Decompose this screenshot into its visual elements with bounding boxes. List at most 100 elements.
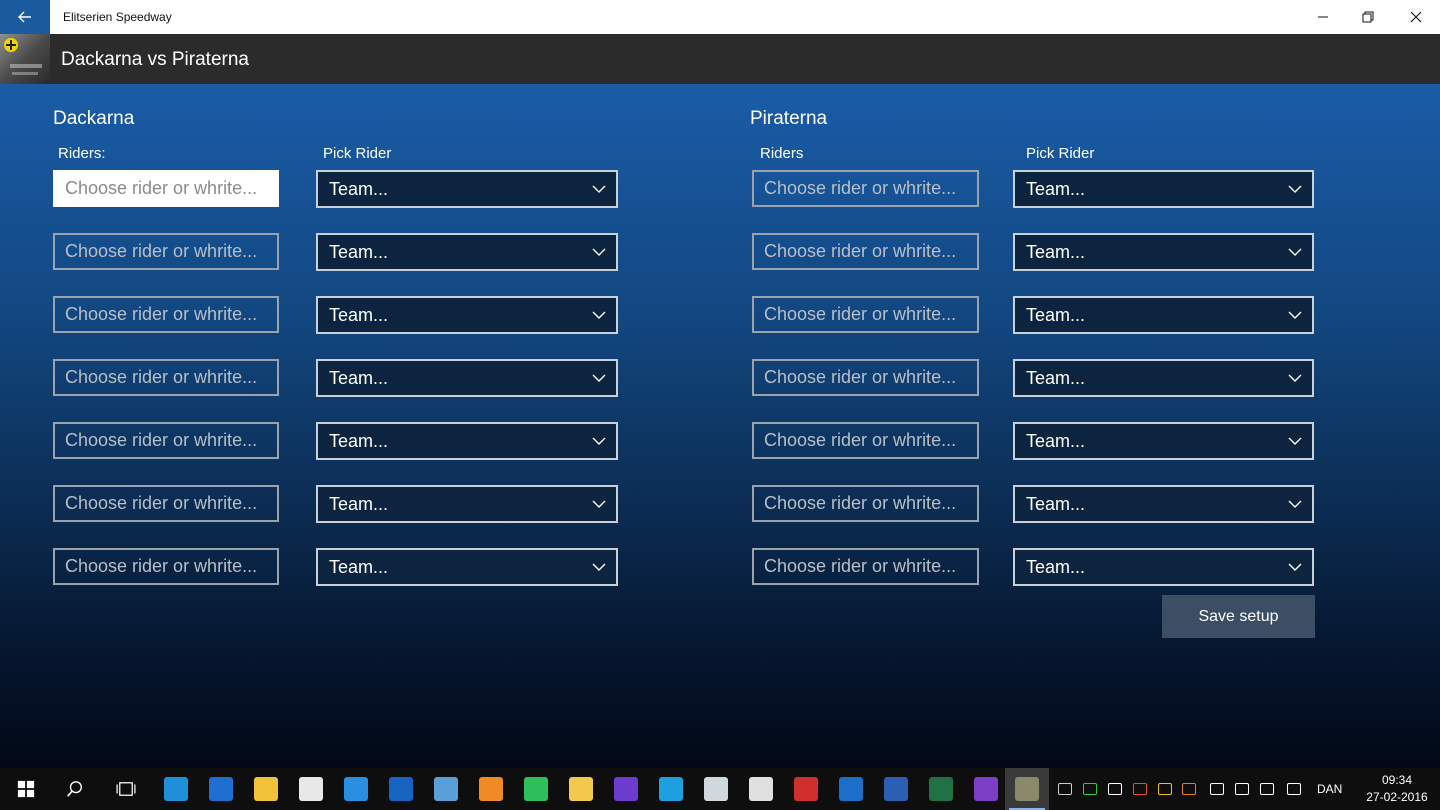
taskbar-app[interactable] bbox=[919, 768, 963, 810]
away-rider-input-5[interactable] bbox=[752, 422, 979, 459]
taskbar-app[interactable] bbox=[694, 768, 738, 810]
windows-logo-icon bbox=[17, 780, 35, 798]
excel-icon bbox=[929, 777, 953, 801]
away-rider-input-7[interactable] bbox=[752, 548, 979, 585]
home-team-select-7[interactable]: Team... bbox=[316, 548, 618, 586]
home-rider-input-6[interactable] bbox=[53, 485, 279, 522]
word-icon bbox=[884, 777, 908, 801]
home-rider-input-1[interactable] bbox=[53, 170, 279, 207]
chevron-down-icon bbox=[1288, 311, 1302, 319]
home-team-select-5[interactable]: Team... bbox=[316, 422, 618, 460]
away-team-select-4[interactable]: Team... bbox=[1013, 359, 1314, 397]
home-rider-input-4[interactable] bbox=[53, 359, 279, 396]
search-button[interactable] bbox=[53, 768, 97, 810]
home-team-select-2[interactable]: Team... bbox=[316, 233, 618, 271]
keyboard-icon[interactable] bbox=[1285, 780, 1303, 798]
update-icon[interactable] bbox=[1131, 780, 1149, 798]
start-button[interactable] bbox=[4, 768, 48, 810]
language-indicator[interactable]: DAN bbox=[1317, 768, 1342, 810]
taskbar-app[interactable] bbox=[964, 768, 1008, 810]
app-green-icon bbox=[524, 777, 548, 801]
away-team-select-1[interactable]: Team... bbox=[1013, 170, 1314, 208]
home-team-select-4[interactable]: Team... bbox=[316, 359, 618, 397]
away-rider-input-3[interactable] bbox=[752, 296, 979, 333]
taskbar-app[interactable] bbox=[649, 768, 693, 810]
app-purple-icon bbox=[614, 777, 638, 801]
taskbar-app[interactable] bbox=[154, 768, 198, 810]
away-rider-input-6[interactable] bbox=[752, 485, 979, 522]
remote-desktop-icon bbox=[344, 777, 368, 801]
page-header: Dackarna vs Piraterna bbox=[0, 34, 1440, 84]
away-rider-input-1[interactable] bbox=[752, 170, 979, 207]
taskbar-app[interactable] bbox=[739, 768, 783, 810]
away-team-select-2[interactable]: Team... bbox=[1013, 233, 1314, 271]
outlook-icon bbox=[839, 777, 863, 801]
chevron-down-icon bbox=[1288, 374, 1302, 382]
away-team-select-6[interactable]: Team... bbox=[1013, 485, 1314, 523]
home-rider-input-7[interactable] bbox=[53, 548, 279, 585]
away-team-select-5[interactable]: Team... bbox=[1013, 422, 1314, 460]
clock-time: 09:34 bbox=[1381, 773, 1413, 787]
taskbar-app[interactable] bbox=[559, 768, 603, 810]
away-riders-label: Riders bbox=[760, 145, 804, 162]
file-explorer-icon bbox=[254, 777, 278, 801]
onedrive-icon[interactable] bbox=[1106, 780, 1124, 798]
volume-icon[interactable] bbox=[1233, 780, 1251, 798]
taskbar-app[interactable] bbox=[289, 768, 333, 810]
ccleaner-icon[interactable] bbox=[1081, 780, 1099, 798]
minimize-button[interactable] bbox=[1300, 0, 1346, 34]
app-v-icon bbox=[659, 777, 683, 801]
speedway-app-icon bbox=[1015, 777, 1039, 801]
taskbar-app[interactable] bbox=[334, 768, 378, 810]
home-rider-input-3[interactable] bbox=[53, 296, 279, 333]
home-rider-input-5[interactable] bbox=[53, 422, 279, 459]
app-tray-icon[interactable] bbox=[1180, 780, 1198, 798]
away-team-select-7[interactable]: Team... bbox=[1013, 548, 1314, 586]
chevron-down-icon bbox=[1288, 437, 1302, 445]
paint-icon bbox=[569, 777, 593, 801]
taskbar-app[interactable] bbox=[199, 768, 243, 810]
chevron-down-icon bbox=[1288, 185, 1302, 193]
taskbar-app[interactable] bbox=[604, 768, 648, 810]
taskbar-app[interactable] bbox=[874, 768, 918, 810]
notification-icon[interactable] bbox=[1258, 780, 1276, 798]
team-select-value: Team... bbox=[1026, 367, 1086, 388]
away-rider-input-2[interactable] bbox=[752, 233, 979, 270]
taskbar-app[interactable] bbox=[784, 768, 828, 810]
network-drive-icon[interactable] bbox=[1056, 780, 1074, 798]
taskbar-app[interactable] bbox=[1005, 768, 1049, 810]
chevron-down-icon bbox=[592, 311, 606, 319]
main-content: Dackarna Riders: Pick Rider Piraterna Ri… bbox=[0, 84, 1440, 768]
taskbar-app[interactable] bbox=[379, 768, 423, 810]
team-select-value: Team... bbox=[1026, 493, 1086, 514]
title-bar: Elitserien Speedway bbox=[0, 0, 1440, 34]
restore-button[interactable] bbox=[1345, 0, 1391, 34]
taskbar-app[interactable] bbox=[424, 768, 468, 810]
ie-icon bbox=[164, 777, 188, 801]
save-setup-button[interactable]: Save setup bbox=[1162, 595, 1315, 638]
away-team-select-3[interactable]: Team... bbox=[1013, 296, 1314, 334]
taskbar-app[interactable] bbox=[244, 768, 288, 810]
emoji-icon[interactable] bbox=[1156, 780, 1174, 798]
home-team-heading: Dackarna bbox=[53, 108, 135, 129]
team-select-value: Team... bbox=[1026, 241, 1086, 262]
app-logo bbox=[0, 34, 50, 84]
back-button[interactable] bbox=[0, 0, 50, 34]
task-view-button[interactable] bbox=[104, 768, 148, 810]
taskbar-app[interactable] bbox=[514, 768, 558, 810]
edge-icon bbox=[209, 777, 233, 801]
app-robot-icon bbox=[749, 777, 773, 801]
taskbar-app[interactable] bbox=[469, 768, 513, 810]
chevron-down-icon bbox=[592, 374, 606, 382]
clock[interactable]: 09:34 27-02-2016 bbox=[1362, 772, 1432, 806]
task-view-icon bbox=[116, 782, 136, 796]
taskbar-app[interactable] bbox=[829, 768, 873, 810]
app-eye-icon bbox=[704, 777, 728, 801]
network-icon[interactable] bbox=[1208, 780, 1226, 798]
home-team-select-1[interactable]: Team... bbox=[316, 170, 618, 208]
home-team-select-6[interactable]: Team... bbox=[316, 485, 618, 523]
away-rider-input-4[interactable] bbox=[752, 359, 979, 396]
close-button[interactable] bbox=[1393, 0, 1439, 34]
home-rider-input-2[interactable] bbox=[53, 233, 279, 270]
home-team-select-3[interactable]: Team... bbox=[316, 296, 618, 334]
